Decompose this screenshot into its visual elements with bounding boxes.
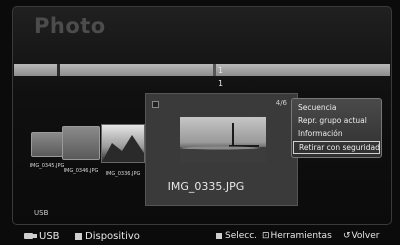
selected-photo-preview[interactable]: 4/6 IMG_0335.JPG: [145, 93, 298, 206]
footer-tools-label: Herramientas: [270, 231, 332, 241]
thumbnail-folder[interactable]: [62, 126, 100, 160]
device-name-label: USB: [34, 209, 49, 217]
lighthouse-scene-icon: [180, 123, 266, 163]
footer-device-label: Dispositivo: [85, 231, 140, 242]
footer-select-label: Selecc.: [225, 231, 258, 241]
footer-usb[interactable]: USB: [24, 231, 60, 242]
footer-back[interactable]: ↺ Volver: [343, 231, 379, 241]
square-icon: [75, 232, 82, 240]
footer-tools[interactable]: ⊡ Herramientas: [262, 231, 332, 241]
page-indicator-bottom: 1: [218, 79, 224, 88]
footer-select[interactable]: Selecc.: [216, 231, 257, 241]
timeline-divider: [57, 64, 60, 76]
page-title: Photo: [34, 14, 106, 38]
footer-bar: USB Dispositivo Selecc. ⊡ Herramientas ↺…: [0, 229, 400, 245]
photo-landscape-icon: [102, 135, 144, 162]
menu-item-information[interactable]: Información: [293, 127, 380, 140]
menu-item-sequence[interactable]: Secuencia: [293, 101, 380, 114]
footer-usb-label: USB: [39, 231, 60, 242]
menu-item-safe-remove[interactable]: Retirar con seguridad: [293, 141, 380, 154]
menu-item-play-current-group[interactable]: Repr. grupo actual: [293, 114, 380, 127]
preview-image: [180, 117, 266, 163]
tools-menu: Secuencia Repr. grupo actual Información…: [291, 98, 382, 158]
return-arrow-icon: ↺: [343, 231, 351, 241]
tools-icon: ⊡: [262, 231, 270, 241]
timeline-bar: [14, 64, 390, 76]
thumbnail-label: IMG_0336.JPG: [105, 171, 141, 177]
footer-device[interactable]: Dispositivo: [75, 231, 140, 242]
thumbnail-folder[interactable]: [31, 132, 63, 157]
square-icon: [216, 232, 222, 239]
preview-filename: IMG_0335.JPG: [167, 180, 245, 193]
photo-counter: 4/6: [275, 99, 287, 107]
timeline-marker: [213, 64, 216, 76]
usb-drive-icon: [24, 233, 37, 239]
thumbnail-label: IMG_0346.JPG: [63, 168, 99, 174]
footer-back-label: Volver: [351, 231, 380, 241]
selection-checkbox[interactable]: [152, 101, 159, 108]
thumbnail-photo[interactable]: [101, 124, 145, 163]
page-indicator-top: 1: [218, 66, 224, 75]
